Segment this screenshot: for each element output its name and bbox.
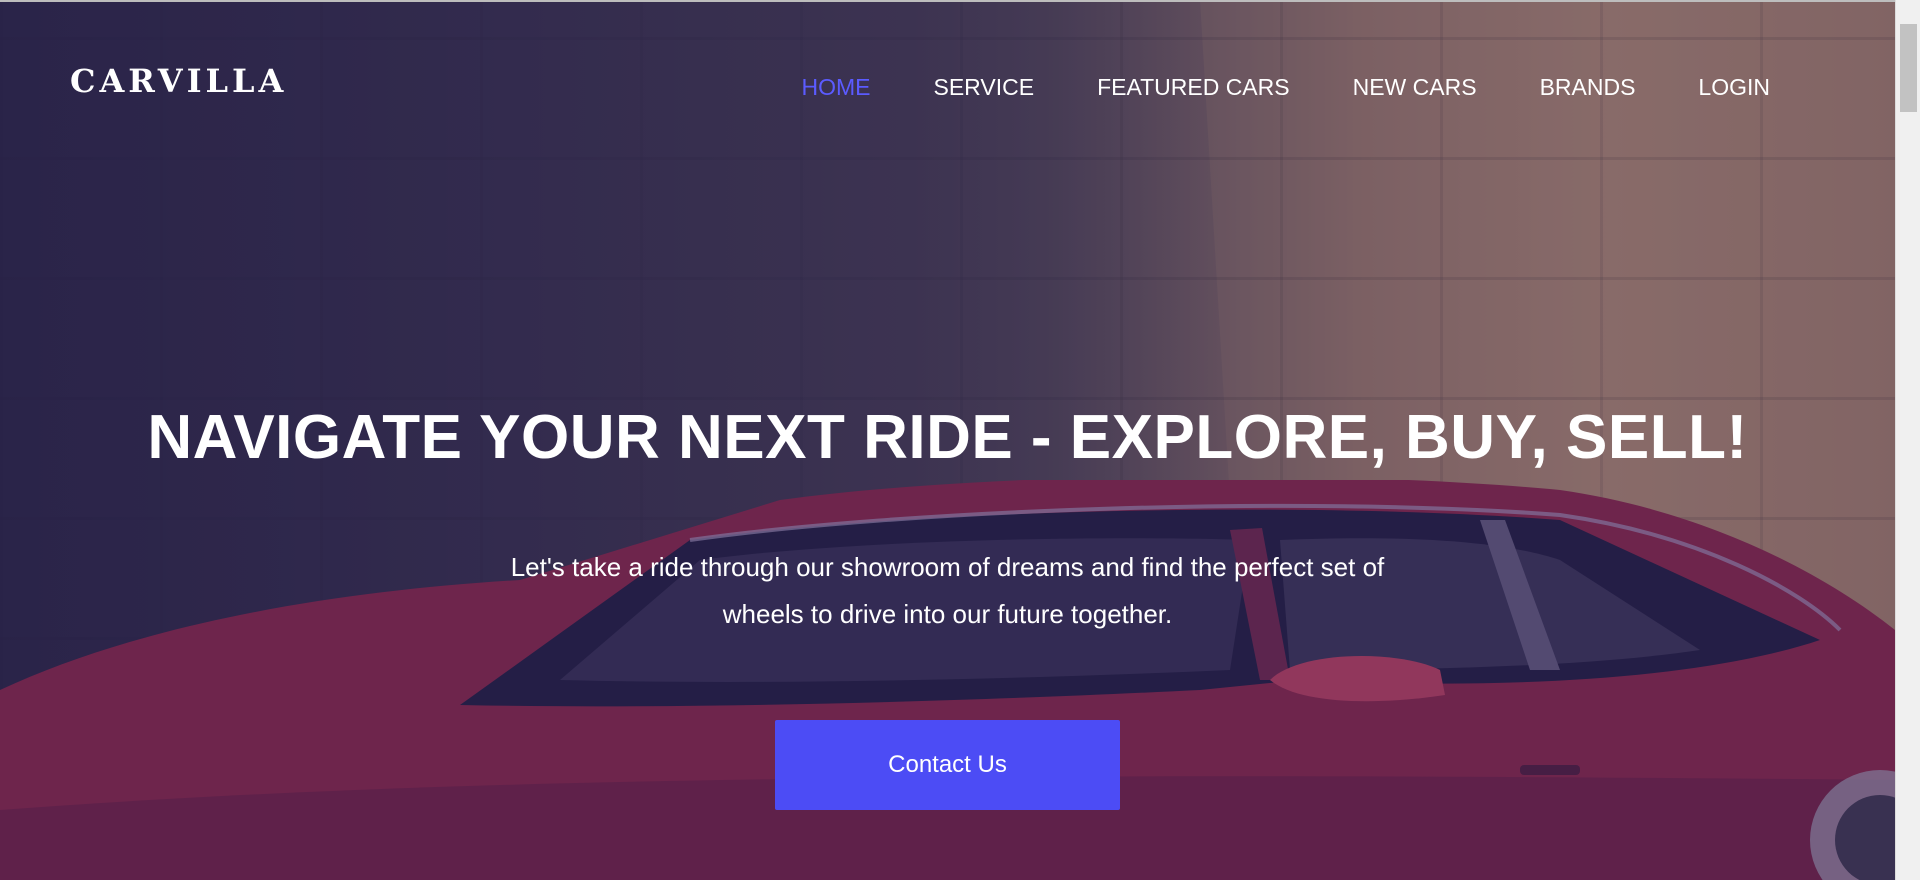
nav-featured-cars[interactable]: FEATURED CARS [1097, 74, 1290, 101]
hero-subtext-line-2: wheels to drive into our future together… [722, 599, 1173, 629]
nav-home[interactable]: HOME [802, 74, 871, 101]
hero-subtext-line-1: Let's take a ride through our showroom o… [510, 552, 1385, 582]
hero-headline: NAVIGATE YOUR NEXT RIDE - EXPLORE, BUY, … [147, 403, 1748, 472]
hero-subtext: Let's take a ride through our showroom o… [0, 544, 1895, 638]
page: CARVILLA HOME SERVICE FEATURED CARS NEW … [0, 0, 1920, 880]
nav-new-cars[interactable]: NEW CARS [1353, 74, 1477, 101]
vertical-scrollbar[interactable] [1895, 0, 1920, 880]
main-nav: HOME SERVICE FEATURED CARS NEW CARS BRAN… [802, 74, 1771, 101]
nav-service[interactable]: SERVICE [934, 74, 1035, 101]
nav-brands[interactable]: BRANDS [1540, 74, 1636, 101]
nav-login[interactable]: LOGIN [1698, 74, 1770, 101]
contact-us-button[interactable]: Contact Us [775, 720, 1120, 810]
site-logo[interactable]: CARVILLA [70, 62, 287, 100]
scrollbar-thumb[interactable] [1900, 24, 1917, 112]
window-top-border [0, 0, 1920, 2]
